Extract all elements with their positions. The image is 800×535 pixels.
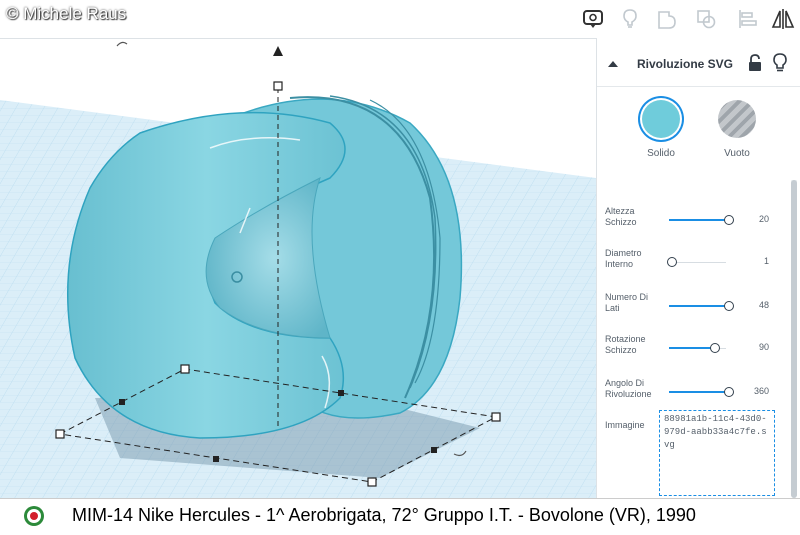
lightbulb-icon[interactable] bbox=[615, 4, 645, 34]
hole-mode-button[interactable]: Vuoto bbox=[707, 100, 767, 159]
param-label: Angolo Di Rivoluzione bbox=[605, 378, 652, 399]
group-icon[interactable] bbox=[652, 4, 682, 34]
slider-fill bbox=[669, 305, 725, 307]
corner-handle[interactable] bbox=[55, 429, 65, 439]
param-sketch-height[interactable]: Altezza Schizzo 20 bbox=[605, 206, 785, 236]
header-divider bbox=[597, 86, 800, 87]
param-value[interactable]: 48 bbox=[735, 300, 769, 310]
hole-swatch bbox=[718, 100, 756, 138]
panel-scrollbar[interactable] bbox=[791, 180, 797, 498]
rotate-handle[interactable] bbox=[116, 41, 128, 47]
slider-thumb[interactable] bbox=[724, 387, 734, 397]
param-inner-diameter[interactable]: Diametro Interno 1 bbox=[605, 248, 785, 278]
caption-bar: MIM-14 Nike Hercules - 1^ Aerobrigata, 7… bbox=[0, 498, 800, 535]
corner-handle[interactable] bbox=[491, 412, 501, 422]
collapse-triangle-icon[interactable] bbox=[605, 56, 621, 72]
edge-handle[interactable] bbox=[213, 456, 219, 462]
scene-canvas[interactable] bbox=[0, 38, 596, 498]
solid-swatch bbox=[642, 100, 680, 138]
param-label: Diametro Interno bbox=[605, 248, 642, 269]
slider-fill bbox=[669, 219, 725, 221]
slider-thumb[interactable] bbox=[724, 215, 734, 225]
param-label: Numero Di Lati bbox=[605, 292, 649, 313]
param-value[interactable]: 20 bbox=[735, 214, 769, 224]
edge-handle[interactable] bbox=[431, 447, 437, 453]
caption-text: MIM-14 Nike Hercules - 1^ Aerobrigata, 7… bbox=[72, 505, 696, 525]
image-label: Immagine bbox=[605, 420, 645, 430]
param-sketch-rotation[interactable]: Rotazione Schizzo 90 bbox=[605, 334, 785, 364]
slider-thumb[interactable] bbox=[710, 343, 720, 353]
param-value[interactable]: 90 bbox=[735, 342, 769, 352]
scrollbar-thumb[interactable] bbox=[791, 180, 797, 498]
slider-fill bbox=[669, 391, 725, 393]
slider-thumb[interactable] bbox=[667, 257, 677, 267]
workplane-viewport[interactable] bbox=[0, 38, 596, 498]
slider-track[interactable] bbox=[669, 262, 726, 263]
align-icon[interactable] bbox=[733, 4, 763, 34]
copyright-watermark: © Michele Raus bbox=[6, 4, 127, 23]
panel-title: Rivoluzione SVG bbox=[637, 57, 734, 71]
edge-handle[interactable] bbox=[119, 399, 125, 405]
param-revolution-angle[interactable]: Angolo Di Rivoluzione 360 bbox=[605, 378, 785, 408]
hole-label: Vuoto bbox=[724, 148, 750, 159]
lightbulb-icon[interactable] bbox=[772, 53, 788, 73]
height-handle[interactable] bbox=[273, 81, 283, 91]
italian-roundel-icon bbox=[24, 506, 44, 526]
param-value[interactable]: 1 bbox=[735, 256, 769, 266]
mirror-icon[interactable] bbox=[768, 4, 798, 34]
param-sides[interactable]: Numero Di Lati 48 bbox=[605, 292, 785, 322]
solid-label: Solido bbox=[647, 148, 675, 159]
shape-inspector-panel: Rivoluzione SVG Solido Vuoto Altezza Sch… bbox=[596, 38, 800, 498]
param-label: Altezza Schizzo bbox=[605, 206, 637, 227]
slider-fill bbox=[669, 347, 711, 349]
corner-handle[interactable] bbox=[367, 477, 377, 487]
notes-view-icon[interactable] bbox=[578, 4, 608, 34]
param-value[interactable]: 360 bbox=[735, 386, 769, 396]
solid-mode-button[interactable]: Solido bbox=[631, 100, 691, 159]
edge-handle[interactable] bbox=[338, 390, 344, 396]
panel-header: Rivoluzione SVG bbox=[597, 48, 800, 80]
lock-icon[interactable] bbox=[747, 54, 763, 72]
lift-arrow-handle[interactable] bbox=[273, 46, 283, 56]
image-file-field[interactable]: 88981a1b-11c4-43d0-979d-aabb33a4c7fe.svg bbox=[659, 410, 775, 496]
revolved-shape[interactable] bbox=[66, 95, 463, 439]
ungroup-icon[interactable] bbox=[691, 4, 721, 34]
slider-thumb[interactable] bbox=[724, 301, 734, 311]
corner-handle[interactable] bbox=[180, 364, 190, 374]
param-label: Rotazione Schizzo bbox=[605, 334, 646, 355]
